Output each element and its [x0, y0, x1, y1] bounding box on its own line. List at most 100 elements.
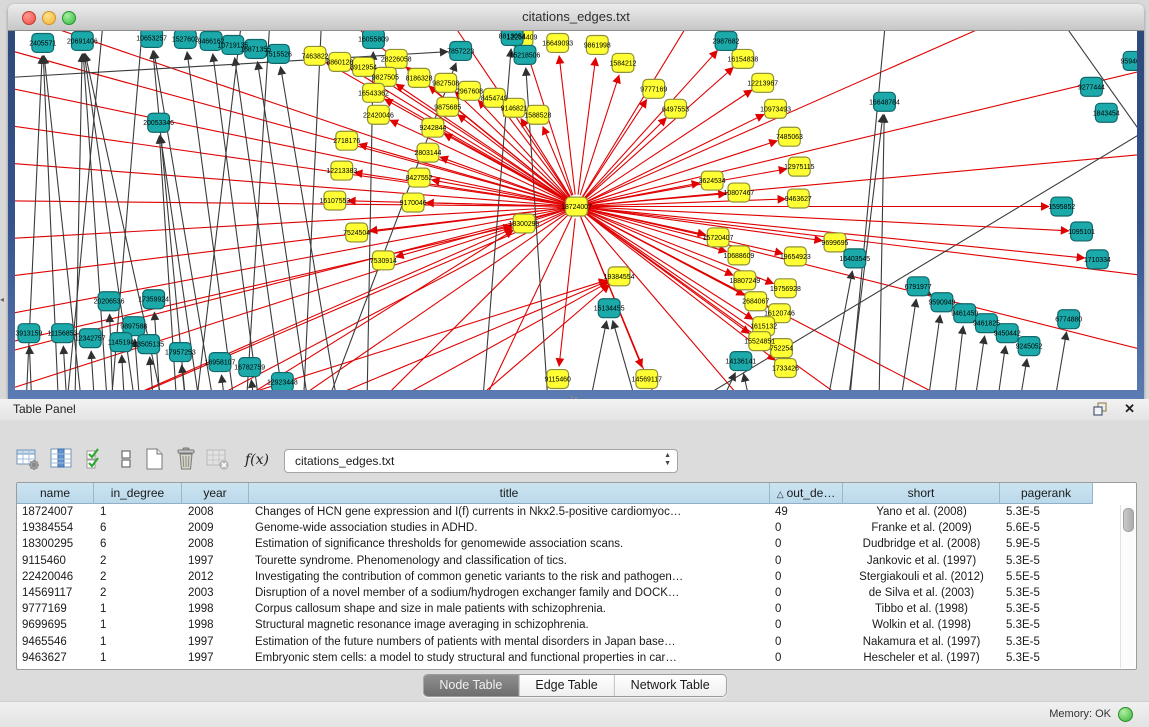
cell-in_degree[interactable]: 2 [94, 569, 182, 585]
cell-year[interactable]: 2008 [182, 504, 249, 520]
cell-out_de[interactable]: 0 [770, 634, 843, 650]
cell-in_degree[interactable]: 2 [94, 585, 182, 601]
cell-out_de[interactable]: 49 [770, 504, 843, 520]
cell-year[interactable]: 1997 [182, 634, 249, 650]
cell-out_de[interactable]: 0 [770, 553, 843, 569]
cell-year[interactable]: 1998 [182, 601, 249, 617]
cell-pagerank[interactable]: 5.3E-5 [1000, 504, 1093, 520]
cell-short[interactable]: Jankovic et al. (1997) [843, 553, 1000, 569]
cell-short[interactable]: Wolkin et al. (1998) [843, 617, 1000, 633]
cell-in_degree[interactable]: 1 [94, 504, 182, 520]
cell-out_de[interactable]: 0 [770, 617, 843, 633]
cell-name[interactable]: 9115460 [17, 553, 94, 569]
function-builder-icon[interactable]: f(x) [240, 446, 274, 474]
cell-in_degree[interactable]: 1 [94, 634, 182, 650]
network-graph-canvas[interactable]: 1872400718300295193845547463822886012889… [15, 31, 1137, 390]
cell-in_degree[interactable]: 1 [94, 650, 182, 666]
new-table-icon[interactable] [140, 446, 168, 474]
cell-name[interactable]: 9699695 [17, 617, 94, 633]
cell-title[interactable]: Corpus callosum shape and size in male p… [249, 601, 770, 617]
tab-network-table[interactable]: Network Table [615, 675, 726, 696]
select-rows-icon[interactable] [82, 446, 110, 474]
cell-pagerank[interactable]: 5.3E-5 [1000, 553, 1093, 569]
cell-name[interactable]: 9463627 [17, 650, 94, 666]
vertical-scrollbar[interactable] [1120, 505, 1135, 668]
cell-pagerank[interactable]: 5.3E-5 [1000, 601, 1093, 617]
cell-pagerank[interactable]: 5.3E-5 [1000, 617, 1093, 633]
cell-pagerank[interactable]: 5.3E-5 [1000, 585, 1093, 601]
column-header-year[interactable]: year [182, 483, 249, 504]
table-row[interactable]: 946554611997Estimation of the future num… [17, 634, 1136, 650]
cell-name[interactable]: 18724007 [17, 504, 94, 520]
cell-pagerank[interactable]: 5.3E-5 [1000, 650, 1093, 666]
cell-year[interactable]: 1997 [182, 650, 249, 666]
cell-year[interactable]: 2012 [182, 569, 249, 585]
cell-name[interactable]: 19384554 [17, 520, 94, 536]
column-header-short[interactable]: short [843, 483, 1000, 504]
close-panel-icon[interactable]: ✕ [1124, 401, 1135, 417]
cell-out_de[interactable]: 0 [770, 650, 843, 666]
table-row[interactable]: 2242004622012Investigating the contribut… [17, 569, 1136, 585]
cell-in_degree[interactable]: 6 [94, 536, 182, 552]
column-header-pagerank[interactable]: pagerank [1000, 483, 1093, 504]
cell-short[interactable]: de Silva et al. (2003) [843, 585, 1000, 601]
table-row[interactable]: 911546021997Tourette syndrome. Phenomeno… [17, 553, 1136, 569]
cell-year[interactable]: 1998 [182, 617, 249, 633]
cell-title[interactable]: Genome-wide association studies in ADHD. [249, 520, 770, 536]
cell-in_degree[interactable]: 1 [94, 617, 182, 633]
cell-year[interactable]: 2003 [182, 585, 249, 601]
cell-in_degree[interactable]: 6 [94, 520, 182, 536]
tab-edge-table[interactable]: Edge Table [519, 675, 614, 696]
cell-short[interactable]: Hescheler et al. (1997) [843, 650, 1000, 666]
table-row[interactable]: 1456911722003Disruption of a novel membe… [17, 585, 1136, 601]
float-panel-icon[interactable] [1093, 402, 1109, 416]
table-row[interactable]: 1830029562008Estimation of significance … [17, 536, 1136, 552]
cell-name[interactable]: 14569117 [17, 585, 94, 601]
network-window-titlebar[interactable]: citations_edges.txt [8, 4, 1144, 31]
column-header-in_degree[interactable]: in_degree [94, 483, 182, 504]
panel-collapse-arrow[interactable]: ◂ [0, 296, 4, 304]
cell-year[interactable]: 2008 [182, 536, 249, 552]
cell-pagerank[interactable]: 5.9E-5 [1000, 536, 1093, 552]
cell-pagerank[interactable]: 5.3E-5 [1000, 634, 1093, 650]
cell-out_de[interactable]: 0 [770, 536, 843, 552]
cell-title[interactable]: Estimation of significance thresholds fo… [249, 536, 770, 552]
cell-title[interactable]: Structural magnetic resonance image aver… [249, 617, 770, 633]
cell-out_de[interactable]: 0 [770, 601, 843, 617]
cell-name[interactable]: 22420046 [17, 569, 94, 585]
cell-pagerank[interactable]: 5.5E-5 [1000, 569, 1093, 585]
cell-short[interactable]: Nakamura et al. (1997) [843, 634, 1000, 650]
column-edit-icon[interactable] [48, 446, 76, 474]
cell-in_degree[interactable]: 2 [94, 553, 182, 569]
merge-rows-icon[interactable] [112, 446, 140, 474]
cell-title[interactable]: Tourette syndrome. Phenomenology and cla… [249, 553, 770, 569]
cell-out_de[interactable]: 0 [770, 569, 843, 585]
cell-title[interactable]: Estimation of the future numbers of pati… [249, 634, 770, 650]
cell-year[interactable]: 1997 [182, 553, 249, 569]
column-header-title[interactable]: title [249, 483, 770, 504]
cell-short[interactable]: Dudbridge et al. (2008) [843, 536, 1000, 552]
cell-short[interactable]: Franke et al. (2009) [843, 520, 1000, 536]
cell-pagerank[interactable]: 5.6E-5 [1000, 520, 1093, 536]
scrollbar-thumb[interactable] [1123, 508, 1134, 532]
table-row[interactable]: 969969511998Structural magnetic resonanc… [17, 617, 1136, 633]
cell-in_degree[interactable]: 1 [94, 601, 182, 617]
delete-table-icon[interactable] [172, 446, 200, 474]
cell-title[interactable]: Embryonic stem cells: a model to study s… [249, 650, 770, 666]
table-row[interactable]: 1872400712008Changes of HCN gene express… [17, 504, 1136, 520]
cell-short[interactable]: Stergiakouli et al. (2012) [843, 569, 1000, 585]
cell-short[interactable]: Tibbo et al. (1998) [843, 601, 1000, 617]
table-row[interactable]: 1938455462009Genome-wide association stu… [17, 520, 1136, 536]
cell-name[interactable]: 18300295 [17, 536, 94, 552]
table-row[interactable]: 977716911998Corpus callosum shape and si… [17, 601, 1136, 617]
cell-short[interactable]: Yano et al. (2008) [843, 504, 1000, 520]
cell-name[interactable]: 9465546 [17, 634, 94, 650]
cell-name[interactable]: 9777169 [17, 601, 94, 617]
tab-node-table[interactable]: Node Table [423, 675, 519, 696]
cell-out_de[interactable]: 0 [770, 585, 843, 601]
cell-year[interactable]: 2009 [182, 520, 249, 536]
table-selector-dropdown[interactable]: citations_edges.txt ▲▼ [284, 449, 678, 473]
table-row[interactable]: 946362711997Embryonic stem cells: a mode… [17, 650, 1136, 666]
column-header-name[interactable]: name [17, 483, 94, 504]
column-header-out_de[interactable]: △out_de… [770, 483, 843, 504]
